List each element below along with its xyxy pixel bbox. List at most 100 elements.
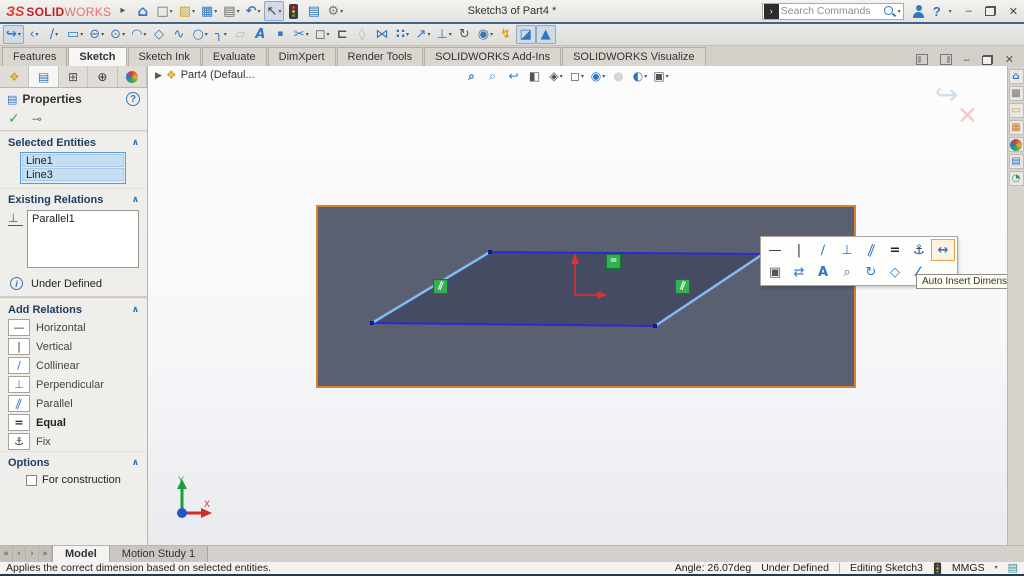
mirror-entities-icon[interactable]: ⋈ — [373, 25, 393, 44]
quick-snaps-icon[interactable]: ◉▾ — [475, 25, 496, 44]
undo-icon[interactable]: ↶▾ — [243, 1, 264, 21]
tab-sketch[interactable]: Sketch — [68, 47, 126, 66]
existing-relation-item[interactable]: Parallel1 — [32, 213, 134, 225]
search-commands-box[interactable]: › Search Commands ▾ — [762, 3, 904, 20]
convert-entities-icon[interactable]: ◻▾ — [312, 25, 333, 44]
construction-geometry-icon[interactable]: ◇ — [883, 261, 907, 283]
relation-collinear[interactable]: ∕ Collinear — [0, 356, 147, 375]
traffic-light-icon[interactable] — [284, 1, 304, 21]
solidworks-resources-icon[interactable]: ▩ — [1009, 86, 1024, 101]
view-orientation-icon[interactable]: ◈▾ — [546, 67, 566, 85]
vertex-point[interactable] — [370, 321, 374, 325]
selected-entities-list[interactable]: Line1 Line3 — [20, 152, 126, 184]
polygon-icon[interactable]: ◇ — [149, 25, 169, 44]
ok-button[interactable]: ✓ — [8, 110, 20, 127]
selected-entity-item[interactable]: Line1 — [22, 154, 124, 167]
make-collinear-icon[interactable]: ∕ — [811, 239, 835, 261]
for-construction-checkbox[interactable] — [26, 475, 37, 486]
circle-icon[interactable]: ⊙▾ — [107, 25, 128, 44]
linear-pattern-icon[interactable]: ∷▾ — [393, 25, 413, 44]
selected-entities-header[interactable]: Selected Entities ∧ — [0, 131, 147, 151]
display-pane-right-icon[interactable] — [940, 54, 952, 65]
user-account-icon[interactable] — [912, 5, 925, 18]
plane-icon[interactable]: ▱ — [231, 25, 251, 44]
search-caret-icon[interactable]: ▾ — [898, 8, 901, 15]
feature-tree-root[interactable]: ▶ ❖ Part4 (Defaul... — [155, 68, 255, 82]
appearances-icon[interactable]: ● — [1009, 137, 1024, 152]
custom-properties-icon[interactable]: ▤ — [1009, 154, 1024, 169]
zoom-to-area-icon[interactable]: ⌕ — [483, 67, 503, 85]
repair-sketch-icon[interactable]: ↻ — [455, 25, 475, 44]
tree-expand-icon[interactable]: ▶ — [155, 70, 162, 81]
exit-sketch-icon[interactable]: ↪▾ — [3, 25, 24, 44]
print-icon[interactable]: ▤▾ — [220, 1, 242, 21]
smart-dimension-icon[interactable]: ‹▾ — [24, 25, 44, 44]
view-palette-icon[interactable]: ▦ — [1009, 120, 1024, 135]
sketch-fillet-icon[interactable]: ╮▾ — [211, 25, 231, 44]
rotate-entities-icon[interactable]: ↻ — [859, 261, 883, 283]
text-icon[interactable]: A — [251, 25, 271, 44]
minimize-button[interactable]: – — [966, 5, 972, 17]
relation-equal[interactable]: = Equal — [0, 413, 147, 432]
help-caret-icon[interactable]: ▾ — [949, 8, 952, 15]
annotation-icon[interactable]: A — [811, 261, 835, 283]
make-equal-icon[interactable]: = — [883, 239, 907, 261]
close-button[interactable]: ✕ — [1009, 5, 1018, 18]
options-header[interactable]: Options ∧ — [0, 451, 147, 471]
relation-parallel[interactable]: ∥ Parallel — [0, 394, 147, 413]
panel-help-icon[interactable]: ? — [126, 92, 140, 106]
relation-vertical[interactable]: | Vertical — [0, 337, 147, 356]
fix-icon[interactable]: ⚓ — [907, 239, 931, 261]
existing-relations-list[interactable]: Parallel1 — [27, 210, 139, 268]
display-relations-icon[interactable]: ⊥▾ — [433, 25, 454, 44]
graphics-viewport[interactable]: ▶ ❖ Part4 (Defaul... ⌕ ⌕ ↩ — [148, 66, 1007, 545]
view-settings-icon[interactable]: ▣▾ — [651, 67, 671, 85]
tab-dimxpert[interactable]: DimXpert — [268, 47, 336, 66]
new-document-icon[interactable]: □▾ — [153, 1, 175, 21]
relation-horizontal[interactable]: — Horizontal — [0, 318, 147, 337]
cancel-sketch-corner-icon[interactable]: ✕ — [957, 106, 978, 126]
tab-render-tools[interactable]: Render Tools — [337, 47, 424, 66]
open-icon[interactable]: ▨▾ — [176, 1, 198, 21]
display-pane-left-icon[interactable] — [916, 54, 928, 65]
tab-solidworks-add-ins[interactable]: SOLIDWORKS Add-Ins — [424, 47, 561, 66]
spline-icon[interactable]: ∿ — [169, 25, 189, 44]
straight-slot-icon[interactable]: ⊖▾ — [86, 25, 107, 44]
ellipse-icon[interactable]: ○▾ — [189, 25, 210, 44]
sketch-preview-icon[interactable]: ▲ — [536, 25, 556, 44]
offset-entities-icon[interactable]: ⊏ — [333, 25, 353, 44]
featuremanager-tab-icon[interactable]: ❖ — [0, 66, 29, 87]
vertex-point[interactable] — [488, 250, 492, 254]
dimxpertmanager-tab-icon[interactable]: ⊕ — [88, 66, 117, 87]
tab-model[interactable]: Model — [53, 546, 110, 562]
status-tag-icon[interactable]: ▤ — [1008, 562, 1018, 574]
search-input[interactable]: Search Commands — [781, 5, 883, 17]
relation-fix[interactable]: ⚓ Fix — [0, 432, 147, 451]
zoom-to-fit-icon[interactable]: ⌕ — [462, 67, 482, 85]
vertex-point[interactable] — [653, 324, 657, 328]
doc-close-button[interactable]: ✕ — [1005, 53, 1014, 66]
tab-features[interactable]: Features — [2, 47, 67, 66]
centerpoint-arc-icon[interactable]: ◠▾ — [128, 25, 149, 44]
point-icon[interactable]: ▪ — [271, 25, 291, 44]
help-icon[interactable]: ? — [933, 4, 941, 19]
tab-nav-arrow-icon[interactable]: « — [0, 546, 13, 562]
auto-insert-dimension-icon[interactable]: ↔ — [931, 239, 955, 261]
section-view-icon[interactable]: ◧ — [525, 67, 545, 85]
flyout-arrow-icon[interactable]: ▸ — [113, 1, 133, 21]
equal-relation-badge[interactable]: = — [606, 254, 621, 269]
tab-nav-arrow-icon[interactable]: ‹ — [13, 546, 26, 562]
restore-button[interactable] — [985, 6, 996, 16]
hide-show-items-icon[interactable]: ◉▾ — [588, 67, 608, 85]
reverse-endpoints-icon[interactable]: ⇄ — [787, 261, 811, 283]
display-style-icon[interactable]: ◻▾ — [567, 67, 587, 85]
line-icon[interactable]: ∕▾ — [44, 25, 64, 44]
trim-entities-icon[interactable]: ✂▾ — [291, 25, 312, 44]
pin-icon[interactable]: ⊸ — [32, 112, 42, 126]
tab-motion-study-1[interactable]: Motion Study 1 — [110, 546, 208, 562]
move-entities-icon[interactable]: ↗▾ — [413, 25, 434, 44]
make-perpendicular-icon[interactable]: ⊥ — [835, 239, 859, 261]
design-library-icon[interactable]: ▭ — [1009, 103, 1024, 118]
tab-nav-arrow-icon[interactable]: › — [26, 546, 39, 562]
propertymanager-tab-icon[interactable]: ▤ — [29, 66, 58, 87]
